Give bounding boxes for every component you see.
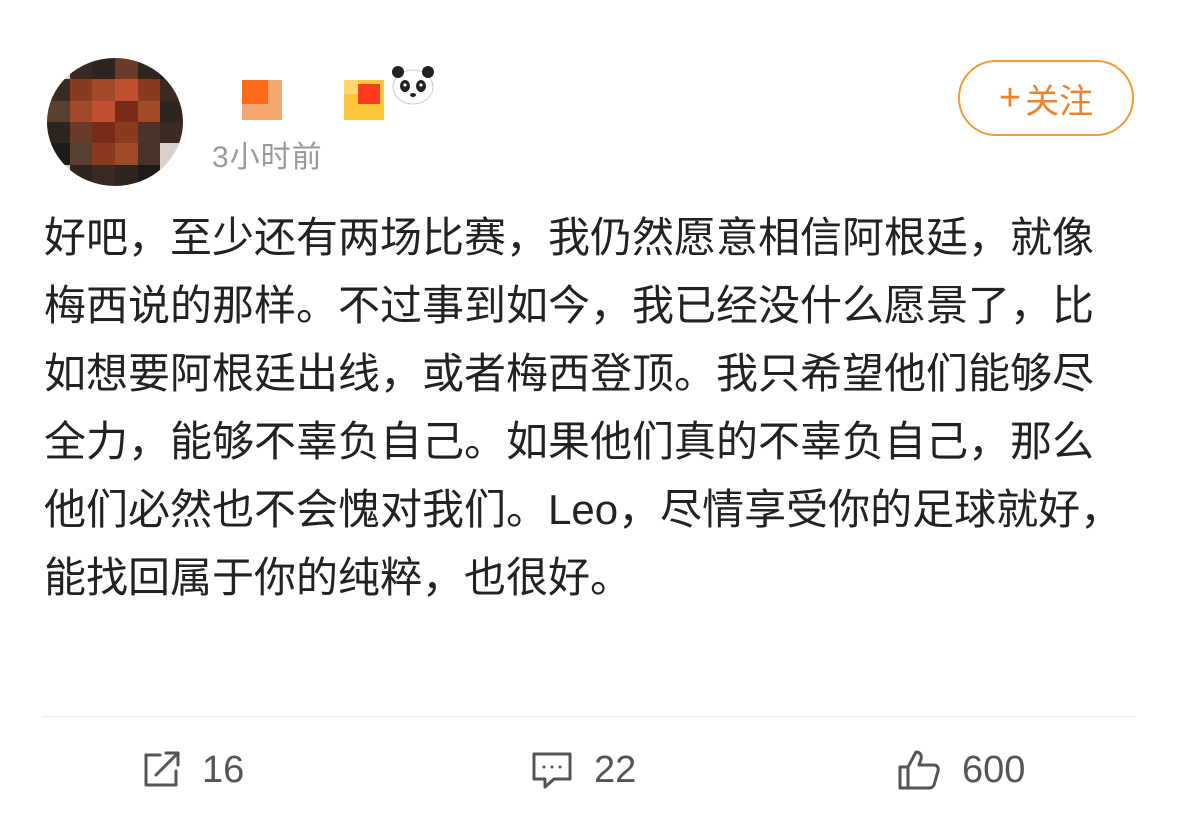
- post-content: 好吧，至少还有两场比赛，我仍然愿意相信阿根廷，就像梅西说的那样。不过事到如今，我…: [44, 214, 1123, 601]
- weibo-post-card: 3小时前 + 关注 好吧，至少还有两场比赛，我仍然愿意相信阿根廷，就像梅西说的那…: [0, 0, 1179, 823]
- plus-icon: +: [998, 77, 1022, 119]
- repost-button[interactable]: 16: [140, 742, 244, 798]
- user-badge-icon: [344, 80, 384, 120]
- follow-label: 关注: [1025, 82, 1094, 121]
- repost-count: 16: [202, 748, 245, 791]
- divider: [42, 716, 1136, 717]
- comment-button[interactable]: 22: [530, 742, 636, 798]
- comment-icon: [532, 752, 572, 789]
- like-button[interactable]: 600: [896, 742, 1025, 798]
- post-timestamp: 3小时前: [212, 141, 323, 174]
- comment-count: 22: [594, 748, 637, 791]
- repost-icon: [144, 751, 180, 787]
- thumbs-up-icon: [898, 750, 940, 790]
- avatar[interactable]: [47, 58, 183, 186]
- panda-emoji-icon: [392, 66, 434, 105]
- follow-button[interactable]: + 关注: [958, 60, 1134, 136]
- like-count: 600: [962, 748, 1026, 791]
- username-redacted-block[interactable]: [242, 80, 282, 120]
